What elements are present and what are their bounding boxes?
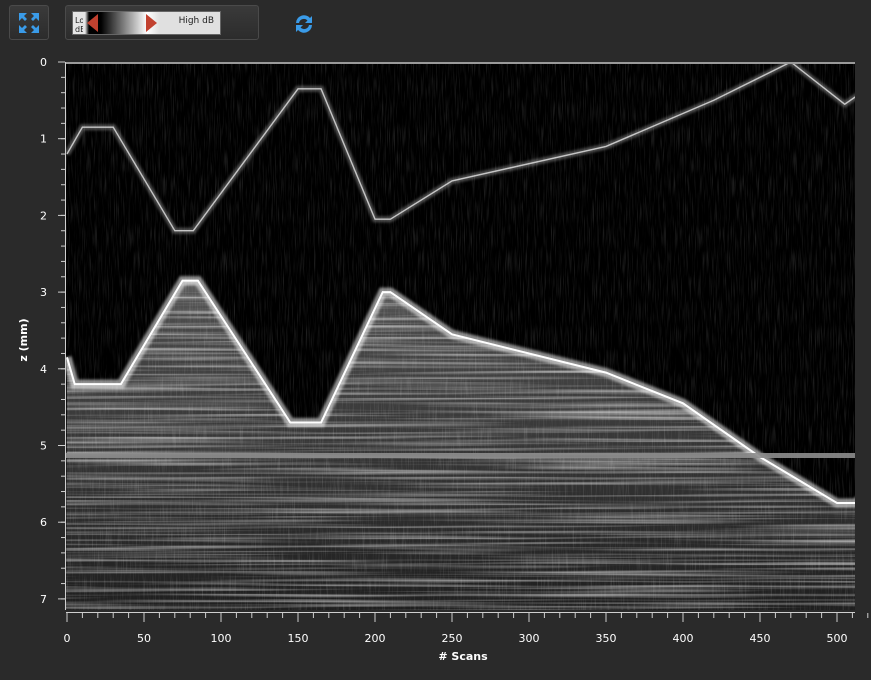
x-tick-label: 450 [750,632,771,645]
y-tick-label: 7 [40,593,47,606]
y-tick-label: 1 [40,133,47,146]
x-tick-label: 300 [519,632,540,645]
y-tick-label: 2 [40,209,47,222]
x-axis-ticks: 0501001502002503003504004505005506006507… [64,613,869,645]
plot-area[interactable] [66,62,871,610]
x-tick-label: 500 [827,632,848,645]
y-tick-label: 3 [40,286,47,299]
x-tick-label: 250 [442,632,463,645]
x-tick-label: 50 [137,632,151,645]
y-tick-label: 4 [40,363,47,376]
x-tick-label: 400 [673,632,694,645]
y-tick-label: 0 [40,56,47,69]
x-tick-label: 150 [288,632,309,645]
y-axis-title: z (mm) [17,318,30,361]
x-tick-label: 350 [596,632,617,645]
x-tick-label: 200 [365,632,386,645]
x-tick-label: 0 [64,632,71,645]
y-tick-label: 5 [40,440,47,453]
y-axis-ticks: 0 1 2 3 4 5 6 7 [40,56,65,606]
x-axis-title: # Scans [438,650,488,663]
y-tick-label: 6 [40,516,47,529]
x-tick-label: 100 [211,632,232,645]
bscan-plot: 01234567 0501001502002503003504004505005… [17,56,871,663]
